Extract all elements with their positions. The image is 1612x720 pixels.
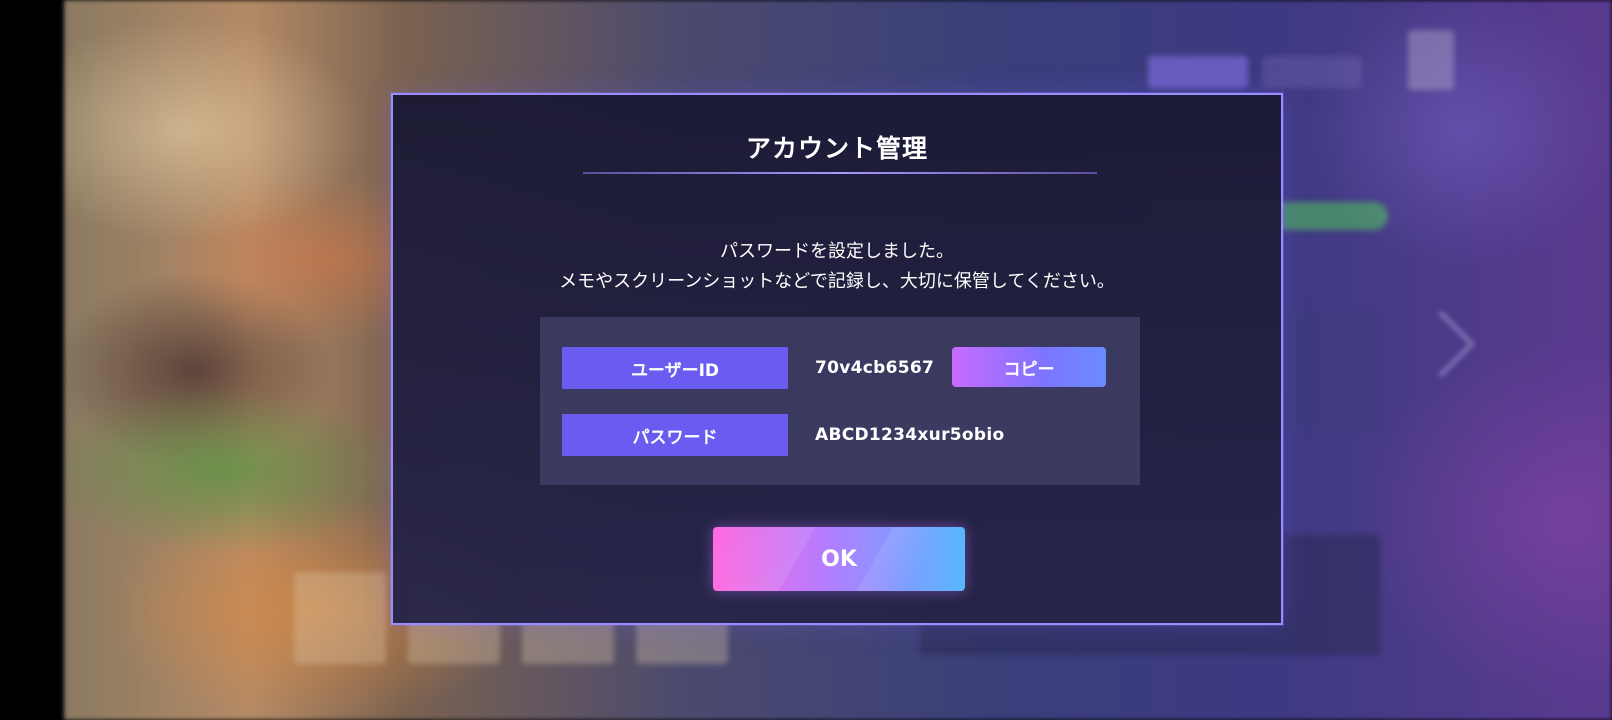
user-id-label: ユーザーID (562, 347, 788, 389)
password-label: パスワード (562, 414, 788, 456)
background-tab-inactive (1262, 56, 1362, 88)
message-line-1: パスワードを設定しました。 (720, 241, 954, 262)
dialog-title: アカウント管理 (745, 134, 928, 163)
password-value: ABCD1234xur5obio (815, 425, 1005, 445)
background-tab-active (1148, 56, 1248, 88)
game-screen: アカウント管理 パスワードを設定しました。 メモやスクリーンショットなどで記録し… (0, 0, 1612, 720)
left-black-bar (0, 0, 64, 720)
background-thumbnail (294, 572, 386, 664)
account-management-dialog: アカウント管理 パスワードを設定しました。 メモやスクリーンショットなどで記録し… (391, 93, 1283, 625)
copy-button[interactable]: コピー (952, 347, 1106, 387)
message-line-2: メモやスクリーンショットなどで記録し、大切に保管してください。 (559, 271, 1115, 292)
user-id-value: 70v4cb6567 (815, 358, 935, 378)
background-menu-icon (1408, 30, 1454, 90)
dialog-message: パスワードを設定しました。 メモやスクリーンショットなどで記録し、大切に保管して… (393, 237, 1281, 297)
credentials-box: ユーザーID 70v4cb6567 コピー パスワード ABCD1234xur5… (540, 317, 1140, 485)
title-divider (583, 172, 1097, 174)
ok-button[interactable]: OK (713, 527, 965, 591)
